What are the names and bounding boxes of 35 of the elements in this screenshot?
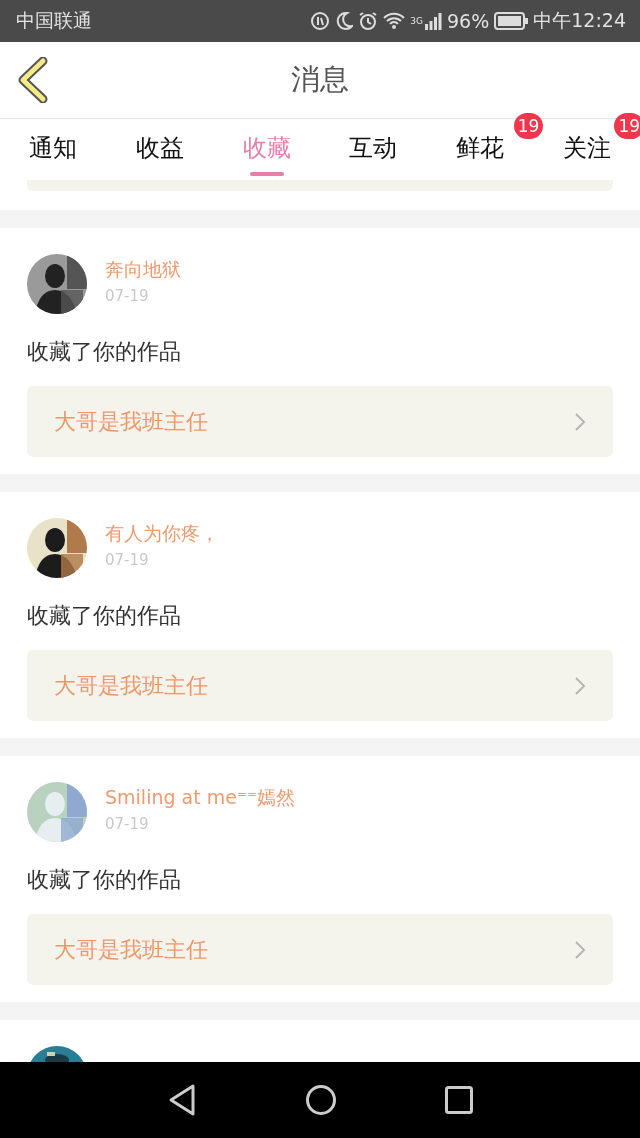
battery-icon [494,12,529,30]
chevron-right-icon [574,675,586,696]
back-icon[interactable] [17,57,49,103]
battery-percent: 96% [447,10,490,32]
message-text: 收藏了你的作品 [27,602,182,630]
tab[interactable]: 通知 [29,133,78,163]
message-text: 收藏了你的作品 [27,338,182,366]
tab[interactable]: 收益 [136,133,184,163]
tab[interactable]: 收藏 [242,133,291,163]
chevron-right-icon [574,411,586,432]
moon-icon [335,11,354,31]
page-title: 消息 [290,61,350,98]
tab[interactable]: 关注 [562,133,611,163]
network-type: 3G [410,16,423,26]
user-name[interactable]: 有人为你疼， [105,521,219,547]
wifi-icon [383,12,406,30]
count-badge: 19 [513,113,544,139]
tab[interactable]: 互动 [349,133,398,163]
count-badge: 19 [614,113,640,139]
tab[interactable]: 鲜花 [456,133,504,163]
user-name[interactable]: Smiling at me⁼⁼嫣然 [105,785,295,811]
home-nav-icon[interactable] [305,1084,337,1116]
clock: 中午12:24 [533,8,626,33]
data-saver-icon [310,11,331,31]
carrier-name: 中国联通 [16,8,92,33]
work-link[interactable]: 大哥是我班主任 [27,386,613,457]
back-nav-icon[interactable] [167,1083,197,1117]
signal-icon [424,12,442,30]
alarm-icon [358,11,379,31]
chevron-right-icon [574,939,586,960]
user-name[interactable]: 奔向地狱 [105,257,181,283]
recents-nav-icon[interactable] [445,1086,473,1114]
work-link[interactable]: 大哥是我班主任 [27,914,613,985]
message-text: 收藏了你的作品 [27,866,182,894]
work-link[interactable]: 大哥是我班主任 [27,650,613,721]
